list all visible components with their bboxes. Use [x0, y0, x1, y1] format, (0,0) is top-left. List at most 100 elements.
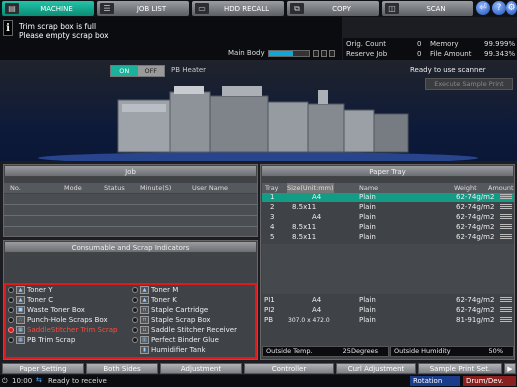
tab-copy[interactable]: ⧉ COPY — [287, 1, 379, 16]
paper-amount-icon — [500, 297, 512, 304]
consumable-staple-scrap-box[interactable]: ⊓ Staple Scrap Box — [132, 315, 211, 325]
status-dot-icon — [8, 307, 14, 313]
settings-button[interactable]: ⚙ — [506, 1, 517, 15]
counter-panel: Orig. Count 0 Memory 99.999% Reserve Job… — [343, 38, 517, 60]
consumable-toner-y[interactable]: ▲ Toner Y — [8, 285, 53, 295]
rotation-indicator[interactable]: Rotation — [410, 376, 460, 386]
file-amount-value: 99.343% — [484, 50, 516, 58]
tray-row[interactable]: 3 A4 Plain 62-74g/m2 — [262, 213, 514, 222]
consumable-toner-k[interactable]: ▲ Toner K — [132, 295, 177, 305]
drum-dev-indicator[interactable]: Drum/Dev. — [463, 376, 516, 386]
outside-humidity-label: Outside Humidity — [394, 347, 451, 355]
controller-button[interactable]: Controller — [244, 363, 334, 374]
job-list[interactable] — [4, 194, 257, 236]
waste-box-icon: ■ — [16, 306, 25, 314]
message-line-2: Please empty scrap box — [19, 31, 109, 40]
main-body-label: Main Body — [228, 49, 265, 57]
tab-scan[interactable]: ◫ SCAN — [382, 1, 473, 16]
consumable-punch-hole-scraps-box[interactable]: ∴ Punch-Hole Scraps Box — [8, 315, 108, 325]
main-body-meter — [268, 50, 310, 57]
back-button[interactable]: ⏎ — [476, 1, 490, 15]
swatch-icon — [313, 50, 319, 57]
outside-temp-value: 25Degrees — [342, 347, 378, 355]
tray-row[interactable]: 2 8.5x11 Plain 62-74g/m2 — [262, 203, 514, 212]
tab-machine[interactable]: ▤ MACHINE — [2, 1, 94, 16]
back-icon: ⏎ — [479, 3, 487, 13]
job-column-header: No. Mode Status Minute(S) User Name — [4, 183, 257, 193]
paper-amount-icon — [500, 307, 512, 314]
status-dot-icon — [132, 287, 138, 293]
tray-row[interactable]: 5 8.5x11 Plain 62-74g/m2 — [262, 233, 514, 242]
consumables-title: Consumable and Scrap Indicators — [4, 241, 257, 253]
main-body-meter-fill — [269, 51, 293, 56]
curl-adjustment-button[interactable]: Curl Adjustment — [336, 363, 416, 374]
help-button[interactable]: ? — [492, 1, 506, 15]
tab-hdd-recall[interactable]: ▭ HDD RECALL — [192, 1, 284, 16]
status-dot-icon — [8, 317, 14, 323]
message-line-1: Trim scrap box is full — [19, 22, 97, 31]
consumable-toner-c[interactable]: ▲ Toner C — [8, 295, 53, 305]
paper-setting-button[interactable]: Paper Setting — [2, 363, 84, 374]
consumable-perfect-binder-glue[interactable]: ▥ Perfect Binder Glue — [132, 335, 219, 345]
consumable-staple-cartridge[interactable]: ⊓ Staple Cartridge — [132, 305, 208, 315]
tray-row[interactable]: PI2 A4 Plain 62-74g/m2 — [262, 306, 514, 315]
swatch-icon — [329, 50, 335, 57]
clock-time: 10:00 — [12, 377, 33, 385]
tray-row[interactable]: PI1 A4 Plain 62-74g/m2 — [262, 296, 514, 305]
copy-icon: ⧉ — [290, 3, 304, 14]
alert-dot-icon — [8, 327, 14, 333]
consumable-toner-m[interactable]: ▲ Toner M — [132, 285, 178, 295]
consumable-humidifier-tank[interactable]: ▮ Humidifier Tank — [132, 345, 206, 355]
tab-job-list[interactable]: ☰ JOB LIST — [97, 1, 189, 16]
trim-scrap-icon: ▦ — [16, 326, 25, 334]
consumable-saddlestitcher-trim-scrap[interactable]: ▦ SaddleStitcher Trim Scrap — [8, 325, 117, 335]
status-bar: ⏻ 10:00 ⇆ Ready to receive Rotation Drum… — [0, 375, 517, 387]
execute-sample-print-button[interactable]: Execute Sample Print — [425, 78, 513, 90]
col-status: Status — [104, 184, 125, 192]
paper-amount-icon — [500, 194, 512, 201]
heater-off-button[interactable]: OFF — [137, 66, 164, 76]
outside-humidity-box: Outside Humidity 50% — [390, 346, 514, 357]
orig-count-value: 0 — [417, 40, 422, 48]
paper-tray-column-header: Tray Size(Unit:mm) Name Weight Amount — [262, 183, 514, 193]
reserve-job-label: Reserve Job — [346, 50, 388, 58]
both-sides-button[interactable]: Both Sides — [86, 363, 158, 374]
job-panel-title: Job — [4, 165, 257, 177]
sample-print-set-button[interactable]: Sample Print Set. — [418, 363, 502, 374]
reserve-job-value: 0 — [417, 50, 422, 58]
info-icon: i — [3, 20, 13, 36]
consumable-waste-toner-box[interactable]: ■ Waste Toner Box — [8, 305, 85, 315]
toner-icon: ▲ — [16, 286, 25, 294]
tray-row[interactable]: 1 A4 Plain 62-74g/m2 — [262, 193, 514, 202]
next-page-button[interactable]: ▶ — [504, 363, 516, 374]
toner-icon: ▲ — [16, 296, 25, 304]
memory-label: Memory — [430, 40, 459, 48]
status-dot-icon — [132, 337, 138, 343]
staple-icon: ⊓ — [140, 316, 149, 324]
scan-icon: ◫ — [385, 3, 399, 14]
consumable-saddle-stitcher-receiver[interactable]: ⊔ Saddle Stitcher Receiver — [132, 325, 237, 335]
orig-count-label: Orig. Count — [346, 40, 387, 48]
status-dot-icon — [8, 337, 14, 343]
consumable-pb-trim-scrap[interactable]: ▦ PB Trim Scrap — [8, 335, 75, 345]
list-icon: ☰ — [100, 3, 114, 14]
tank-icon: ▮ — [140, 346, 149, 354]
heater-on-button[interactable]: ON — [111, 66, 138, 76]
tray-row[interactable]: PB 307.0 x 472.0 Plain 81-91g/m2 — [262, 316, 514, 325]
status-dot-icon — [8, 287, 14, 293]
col-mode: Mode — [64, 184, 82, 192]
ready-status: Ready to use scanner — [410, 66, 486, 74]
status-dot-icon — [132, 327, 138, 333]
status-dot-icon — [132, 297, 138, 303]
paper-amount-icon — [500, 317, 512, 324]
col-size: Size(Unit:mm) — [287, 183, 334, 193]
col-no: No. — [10, 184, 21, 192]
pb-heater-toggle[interactable]: ON OFF — [110, 65, 165, 77]
tray-row[interactable]: 4 8.5x11 Plain 62-74g/m2 — [262, 223, 514, 232]
outside-temp-label: Outside Temp. — [266, 347, 313, 355]
tray-empty-area — [262, 244, 514, 294]
adjustment-button[interactable]: Adjustment — [160, 363, 242, 374]
machine-area — [0, 60, 517, 164]
printer-system-illustration — [38, 86, 478, 164]
col-weight: Weight — [454, 184, 477, 192]
